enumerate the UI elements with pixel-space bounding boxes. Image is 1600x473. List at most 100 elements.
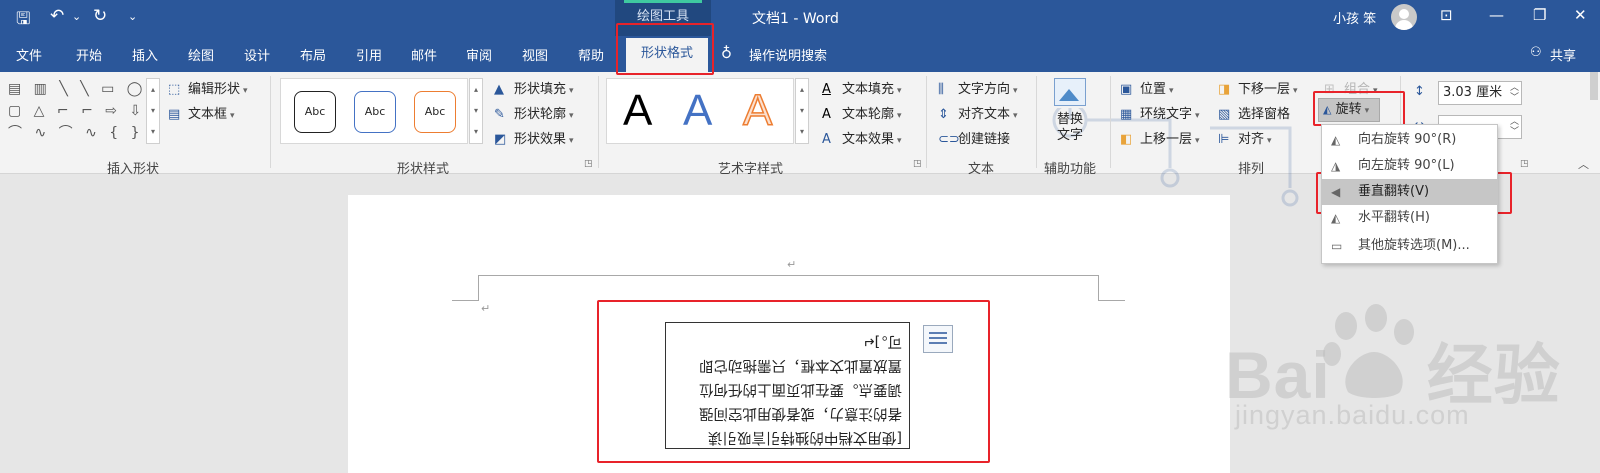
layout-options-icon[interactable] [923,325,953,353]
text-box-line: 可。]↵ [862,333,902,349]
height-spinner[interactable]: ︿ ﹀ [1510,83,1519,103]
align-icon: ⊫ [1218,132,1230,147]
wordart-style-black[interactable]: A [623,87,652,135]
shapes-gallery-scroll[interactable]: ▴ ▾ ▾ [146,78,160,144]
tell-me-search[interactable]: 操作说明搜索 [749,45,827,64]
tab-home[interactable]: 开始 [76,45,102,64]
paragraph-mark: ↵ [481,302,491,315]
height-icon: ↕ [1414,84,1425,99]
menu-item-rotate-right[interactable]: ◭ 向右旋转 90°(R) [1322,127,1497,153]
alt-text-button[interactable]: 替换 文字 [1042,78,1098,144]
shape-effects-button[interactable]: ◩ 形状效果 ▾ [494,128,574,147]
group-label-arrange: 排列 [1238,162,1265,177]
wordart-scroll[interactable]: ▴ ▾ ▾ [795,78,809,144]
menu-item-rotate-left[interactable]: ◮ 向左旋转 90°(L) [1322,153,1497,179]
wordart-style-blue[interactable]: A [683,87,712,135]
flipped-text-box[interactable]: [使用文档中的独特引言吸引读 者的注意力，或者使用此空间强 调要点。要在此页面上… [665,322,910,449]
shape-outline-button[interactable]: ✎ 形状轮廓 ▾ [494,103,574,122]
text-box-content[interactable]: [使用文档中的独特引言吸引读 者的注意力，或者使用此空间强 调要点。要在此页面上… [674,329,902,449]
text-box-button[interactable]: ▤ 文本框 ▾ [168,103,235,122]
tab-view[interactable]: 视图 [522,45,548,64]
tab-design[interactable]: 设计 [244,45,270,64]
align-text-button[interactable]: ⇕ 对齐文本 ▾ [938,103,1018,122]
wrap-text-button[interactable]: ▦ 环绕文字 ▾ [1120,103,1200,122]
group-separator [270,76,271,168]
avatar[interactable] [1391,4,1417,30]
send-backward-button[interactable]: ◨ 下移一层 ▾ [1218,78,1298,97]
highlight-shape-format-tab [616,23,714,75]
undo-icon[interactable]: ↶ [50,6,64,26]
minimize-icon[interactable]: — [1489,6,1504,24]
tab-layout[interactable]: 布局 [300,45,326,64]
selection-pane-button[interactable]: ▧ 选择窗格 [1218,103,1290,122]
flip-horizontal-icon: ◭ [1331,211,1341,225]
shape-fill-button[interactable]: ▲ 形状填充 ▾ [494,78,574,97]
wordart-style-orange[interactable]: A [742,86,773,136]
shape-styles-gallery[interactable]: Abc Abc Abc [280,78,468,144]
shape-style-dark[interactable]: Abc [294,91,336,133]
redo-icon[interactable]: ↻ [93,6,107,26]
tab-mailings[interactable]: 邮件 [411,45,437,64]
group-label-accessibility: 辅助功能 [1044,162,1097,177]
text-direction-button[interactable]: ⫼ 文字方向 ▾ [938,78,1018,97]
position-button[interactable]: ▣ 位置 ▾ [1120,78,1174,97]
text-fill-icon: A [822,82,831,97]
restore-icon[interactable]: ❐ [1533,6,1546,24]
tab-file[interactable]: 文件 [16,45,42,64]
context-accent-line [624,0,702,3]
share-button[interactable]: 共享 [1550,45,1576,64]
link-icon: ⊂⊃ [938,132,960,147]
tab-references[interactable]: 引用 [356,45,382,64]
selection-pane-icon: ▧ [1218,107,1231,122]
rotate-left-icon: ◮ [1331,159,1341,173]
wordart-launcher-icon[interactable]: ◳ [913,159,922,169]
shape-styles-launcher-icon[interactable]: ◳ [584,159,593,169]
bring-forward-button[interactable]: ◧ 上移一层 ▾ [1120,128,1200,147]
align-button[interactable]: ⊫ 对齐 ▾ [1218,128,1272,147]
edit-shape-icon: ⬚ [168,82,181,97]
shape-style-blue[interactable]: Abc [354,91,396,133]
ribbon-display-options-icon[interactable]: ⊡ [1440,6,1453,24]
user-name[interactable]: 小孩 笨 [1333,8,1376,27]
header-corner-left [478,275,479,300]
text-effects-icon: A [822,132,831,147]
rotate-right-icon: ◭ [1331,133,1341,147]
menu-item-more-rotation[interactable]: ▭ 其他旋转选项(M)... [1322,233,1497,259]
close-icon[interactable]: ✕ [1574,6,1587,24]
collapse-ribbon-icon[interactable]: ︿ [1578,156,1589,172]
save-icon[interactable]: 🖫 [16,6,30,35]
tab-insert[interactable]: 插入 [132,45,158,64]
text-outline-button[interactable]: A 文本轮廓 ▾ [822,103,902,122]
size-launcher-icon[interactable]: ◳ [1520,159,1529,169]
text-fill-button[interactable]: A 文本填充 ▾ [822,78,902,97]
tab-draw[interactable]: 绘图 [188,45,214,64]
group-label-insert-shapes: 插入形状 [107,162,160,177]
shape-height-field[interactable]: 3.03 厘米 ︿ ﹀ [1438,81,1522,105]
shape-style-orange[interactable]: Abc [414,91,456,133]
customize-toolbar-icon[interactable]: ⌄ [128,10,137,23]
text-box-line: 置放置此文本框，只需拖动它即 [699,357,902,373]
margin-mark-right [1098,300,1125,301]
group-separator [1110,76,1111,168]
create-link-button[interactable]: ⊂⊃创建链接 [938,128,1010,147]
edit-shape-button[interactable]: ⬚ 编辑形状 ▾ [168,78,248,97]
group-label-shape-styles: 形状样式 [397,162,450,177]
tab-help[interactable]: 帮助 [578,45,604,64]
person-icon: ⚇ [1530,45,1542,60]
ribbon-scrollbar[interactable] [1590,72,1598,100]
menu-item-flip-horizontal[interactable]: ◭ 水平翻转(H) [1322,205,1497,231]
wordart-gallery[interactable]: A A A [606,78,794,144]
menu-item-flip-vertical[interactable]: ◀ 垂直翻转(V) [1322,179,1497,205]
text-effects-button[interactable]: A 文本效果 ▾ [822,128,902,147]
shapes-gallery[interactable]: ▤ ▥ ╲ ╲ ▭ ◯ ▢ △ ⌐ ⌐ ⇨ ⇩ ⌒ ∿ ⌒ ∿ { } [8,78,148,144]
text-box-line: 者的注意力，或者使用此空间强 [699,405,902,421]
group-separator [598,76,599,168]
undo-dropdown-icon[interactable]: ⌄ [72,10,81,23]
text-box-line: 调要点。要在此页面上的任何位 [699,381,902,397]
shapes-row-1: ▤ ▥ ╲ ╲ ▭ ◯ [8,81,147,97]
lightbulb-icon: ♁ [721,44,732,62]
shape-styles-scroll[interactable]: ▴ ▾ ▾ [469,78,483,144]
rotate-dropdown-menu: ◭ 向右旋转 90°(R) ◮ 向左旋转 90°(L) ◀ 垂直翻转(V) ◭ 水平翻转… [1321,124,1498,264]
width-spinner[interactable]: ︿ ﹀ [1510,117,1519,137]
tab-review[interactable]: 审阅 [466,45,492,64]
